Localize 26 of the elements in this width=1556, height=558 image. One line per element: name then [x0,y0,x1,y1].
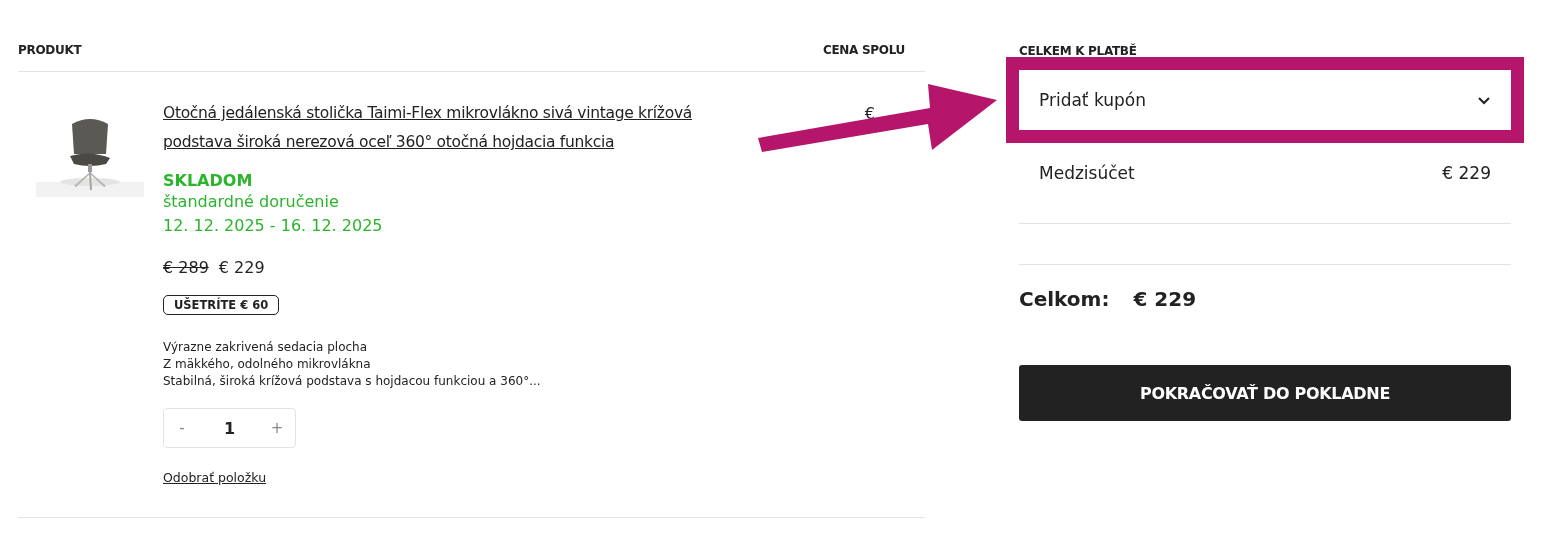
decrease-button[interactable]: - [164,418,200,438]
delivery-method: štandardné doručenie [163,191,339,213]
delivery-dates: 12. 12. 2025 - 16. 12. 2025 [163,215,383,237]
item-total: € [864,104,875,123]
savings-badge: UŠETRÍTE € 60 [163,295,280,315]
total-label: Celkom: [1019,287,1110,311]
quantity-stepper[interactable]: - 1 + [163,408,296,448]
quantity-value: 1 [222,418,237,438]
coupon-dropdown[interactable]: Pridať kupón [1006,57,1524,143]
subtotal-label: Medzisúčet [1039,163,1135,183]
checkout-button[interactable]: POKRAČOVAŤ DO POKLADNE [1019,365,1511,421]
feature-text: Z mäkkého, odolného mikrovlákna [163,356,372,373]
column-header: PRODUKT [18,43,82,57]
total-value: € 229 [1133,287,1197,311]
product-title-link[interactable]: Otočná jedálenská stolička Taimi-Flex mikrovlákno sivá vintage krížová podstava široká nerezová oceľ 360° otočná hojdacia funkcia [163,99,763,157]
old-price: € 289 [163,258,209,277]
feature-text: Výrazne zakrivená sedacia plocha [163,339,369,356]
feature-text: Stabilná, široká krížová podstava s hojdacou funkciou a 360°... [163,373,541,390]
increase-button[interactable]: + [259,418,295,438]
summary-title: CELKEM K PLATBĚ [1019,42,1138,58]
chevron-icon [1477,95,1491,105]
remove-item-link[interactable]: Odobrať položku [163,470,267,485]
column-header: CENA SPOLU [822,43,905,57]
stock-status: SKLADOM [163,171,253,190]
price: € 229 [218,258,265,277]
subtotal-value: € 229 [1442,163,1491,183]
